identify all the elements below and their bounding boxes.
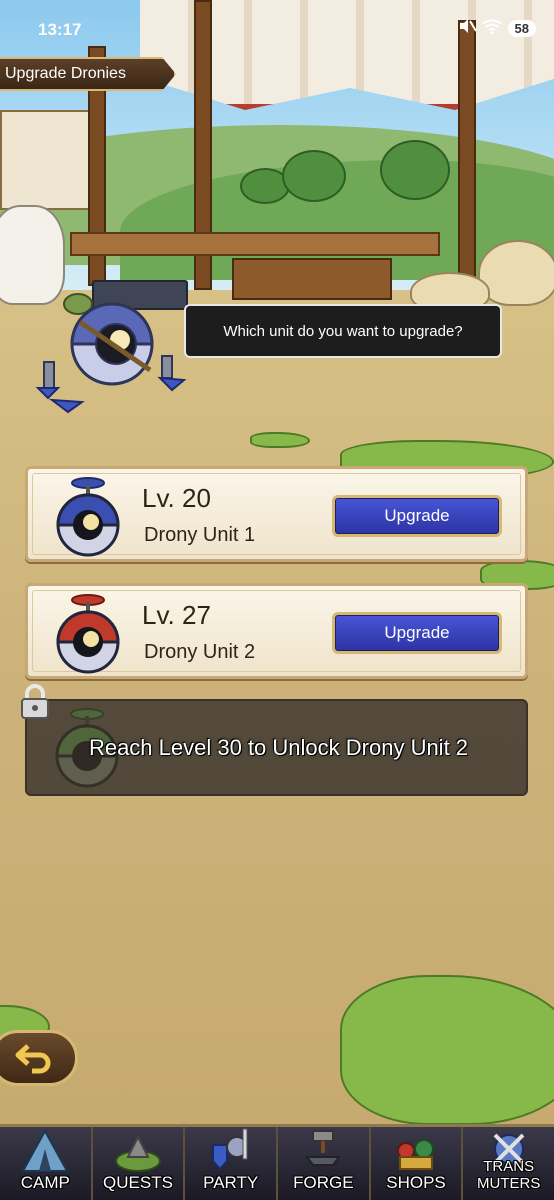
nav-label: TRANS MUTERS bbox=[477, 1158, 541, 1192]
upgrade-button-label: Upgrade bbox=[384, 623, 450, 642]
upgrade-button-label: Upgrade bbox=[384, 506, 450, 525]
nav-label: SHOPS bbox=[386, 1173, 446, 1192]
workbench bbox=[70, 232, 440, 256]
knight-icon bbox=[211, 1128, 248, 1171]
nav-label: FORGE bbox=[293, 1173, 354, 1192]
clay-pot bbox=[0, 205, 65, 305]
tree bbox=[380, 140, 450, 200]
return-arrow-icon bbox=[15, 1044, 51, 1074]
island-icon bbox=[115, 1134, 161, 1172]
drony-unit-icon bbox=[56, 594, 120, 674]
tent-icon bbox=[21, 1128, 70, 1172]
nav-quests[interactable]: QUESTS bbox=[93, 1127, 186, 1200]
status-time: 13:17 bbox=[38, 20, 82, 39]
nav-shops[interactable]: SHOPS bbox=[371, 1127, 464, 1200]
unit-name: Drony Unit 2 bbox=[144, 641, 256, 663]
tent-cloth bbox=[0, 110, 90, 210]
unit-name: Drony Unit 1 bbox=[144, 524, 256, 546]
treasure-icon bbox=[397, 1139, 435, 1170]
unlock-requirement-text: Reach Level 30 to Unlock Drony Unit 2 bbox=[88, 735, 469, 760]
unit-level: Lv. 27 bbox=[142, 600, 211, 630]
page-title-ribbon: Upgrade Dronies bbox=[0, 57, 176, 91]
back-button[interactable] bbox=[0, 1030, 78, 1086]
nav-label: CAMP bbox=[20, 1173, 70, 1192]
nav-transmuters[interactable]: TRANS MUTERS bbox=[463, 1127, 554, 1200]
crate-of-helmets bbox=[232, 258, 392, 300]
status-icons: 58 bbox=[458, 18, 536, 38]
nav-party[interactable]: PARTY bbox=[185, 1127, 279, 1200]
upgrade-button[interactable]: Upgrade bbox=[332, 612, 502, 654]
speech-text: Which unit do you want to upgrade? bbox=[223, 322, 463, 340]
nav-label: PARTY bbox=[203, 1173, 259, 1192]
nav-forge[interactable]: FORGE bbox=[278, 1127, 371, 1200]
wooden-post bbox=[458, 20, 476, 290]
locked-unit-card: Reach Level 30 to Unlock Drony Unit 2 bbox=[25, 699, 528, 796]
mute-icon bbox=[458, 18, 477, 38]
lock-icon bbox=[21, 684, 49, 719]
anvil-hammer-icon bbox=[305, 1130, 342, 1166]
speech-bubble: Which unit do you want to upgrade? bbox=[184, 304, 502, 358]
drony-unit-icon bbox=[56, 477, 120, 557]
bottom-nav: CAMP QUESTS PARTY FORGE SHOPS TRANS MUTE… bbox=[0, 1124, 554, 1200]
unit-card: Lv. 27 Drony Unit 2 Upgrade bbox=[25, 583, 528, 679]
upgrade-button[interactable]: Upgrade bbox=[332, 495, 502, 537]
drony-character bbox=[35, 293, 187, 414]
nav-camp[interactable]: CAMP bbox=[0, 1127, 93, 1200]
grass-patch bbox=[250, 432, 310, 448]
nav-label: QUESTS bbox=[103, 1173, 173, 1192]
unit-level: Lv. 20 bbox=[142, 483, 211, 513]
tree bbox=[282, 150, 346, 202]
unit-card: Lv. 20 Drony Unit 1 Upgrade bbox=[25, 466, 528, 562]
battery-icon: 58 bbox=[507, 19, 536, 37]
wifi-icon bbox=[481, 18, 502, 38]
grass-patch bbox=[340, 975, 554, 1125]
page-title: Upgrade Dronies bbox=[5, 65, 126, 82]
